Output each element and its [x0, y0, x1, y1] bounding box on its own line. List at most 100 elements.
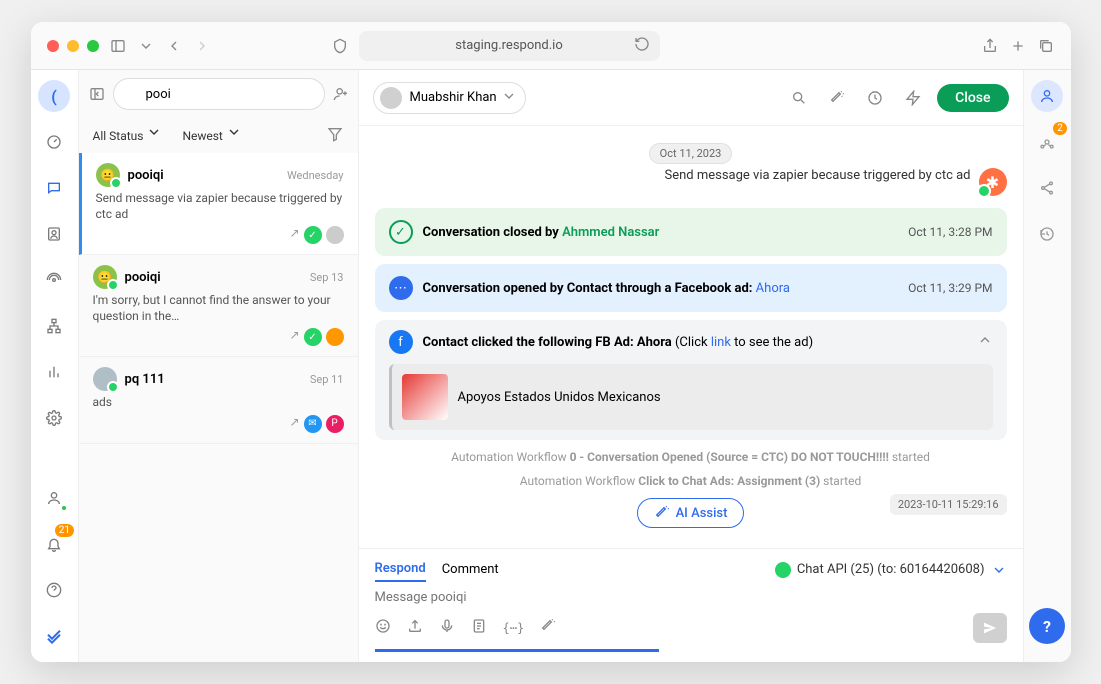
brand-check-icon[interactable] — [38, 620, 70, 652]
messages-area: Oct 11, 2023 Send message via zapier bec… — [359, 126, 1023, 548]
assignee-avatar — [380, 87, 402, 109]
address-bar[interactable]: staging.respond.io — [359, 31, 660, 61]
avatar: 😐 — [93, 265, 117, 289]
template-icon[interactable] — [471, 618, 487, 638]
activity-icon[interactable]: 2 — [1031, 126, 1063, 158]
conversation-item[interactable]: 😐 pooiqi Sep 13 I'm sorry, but I cannot … — [79, 255, 358, 357]
variable-icon[interactable]: {⋯} — [503, 621, 525, 635]
event-conversation-opened: ⋯ Conversation opened by Contact through… — [375, 264, 1007, 312]
timestamp-box: 2023-10-11 15:29:16 — [890, 494, 1007, 515]
status-filter[interactable]: All Status — [93, 124, 163, 143]
whatsapp-status-icon — [110, 177, 122, 189]
ad-thumbnail — [402, 374, 448, 420]
activity-badge: 2 — [1053, 122, 1067, 135]
conversation-name: pooiqi — [125, 270, 302, 285]
search-conversation-icon[interactable] — [785, 84, 813, 112]
contact-details-icon[interactable] — [1031, 80, 1063, 112]
conversation-list-panel: All Status Newest 😐 pooiqi Wednesday Sen… — [79, 70, 359, 662]
conversation-name: pq 111 — [125, 372, 302, 387]
whatsapp-status-icon — [107, 279, 119, 291]
tab-respond[interactable]: Respond — [375, 557, 426, 582]
reports-icon[interactable] — [38, 356, 70, 388]
date-pill: Oct 11, 2023 — [649, 143, 733, 164]
presence-icon[interactable] — [38, 482, 70, 514]
traffic-lights — [47, 40, 99, 52]
inbox-icon[interactable] — [38, 172, 70, 204]
history-icon[interactable] — [1031, 218, 1063, 250]
sort-filter[interactable]: Newest — [182, 124, 241, 143]
event-conversation-closed: ✓ Conversation closed by Ahmmed Nassar O… — [375, 208, 1007, 256]
url-text: staging.respond.io — [455, 38, 563, 53]
help-fab-button[interactable]: ? — [1029, 608, 1065, 644]
conversation-item[interactable]: 😐 pooiqi Wednesday Send message via zapi… — [79, 153, 358, 255]
filter-icon[interactable] — [326, 125, 344, 143]
magic-wand-icon[interactable] — [823, 84, 851, 112]
notif-badge: 21 — [55, 524, 74, 537]
assignee-avatar-icon — [326, 226, 344, 244]
sender-avatar: ✱ — [979, 168, 1007, 196]
share-icon[interactable] — [981, 37, 999, 55]
ai-assist-button[interactable]: AI Assist — [637, 498, 745, 528]
forward-icon[interactable] — [193, 37, 211, 55]
whatsapp-badge-icon — [977, 184, 991, 198]
automation-event: Automation Workflow 0 - Conversation Ope… — [375, 450, 1007, 464]
emoji-icon[interactable] — [375, 618, 391, 638]
whatsapp-icon: ✓ — [304, 226, 322, 244]
conversation-preview: I'm sorry, but I cannot find the answer … — [93, 293, 344, 324]
notifications-icon[interactable]: 21 — [38, 528, 70, 560]
event-time: Oct 11, 3:29 PM — [908, 281, 992, 295]
shield-icon[interactable] — [331, 37, 349, 55]
contacts-icon[interactable] — [38, 218, 70, 250]
minimize-window-icon[interactable] — [67, 40, 79, 52]
attach-icon[interactable] — [407, 618, 423, 638]
chevron-down-icon — [501, 88, 517, 108]
back-icon[interactable] — [165, 37, 183, 55]
search-input[interactable] — [113, 78, 325, 110]
maximize-window-icon[interactable] — [87, 40, 99, 52]
chat-bubble-icon: ⋯ — [389, 276, 413, 300]
conversation-time: Wednesday — [287, 169, 344, 182]
reload-icon[interactable] — [634, 36, 650, 56]
event-time: Oct 11, 3:28 PM — [908, 225, 992, 239]
chat-header: Muabshir Khan Close — [359, 70, 1023, 126]
workspace-logo[interactable]: ( — [38, 80, 70, 112]
help-icon[interactable] — [38, 574, 70, 606]
assignee-avatar-icon — [326, 328, 344, 346]
sidebar-toggle-icon[interactable] — [109, 37, 127, 55]
left-nav: ( 21 — [31, 70, 79, 662]
settings-icon[interactable] — [38, 402, 70, 434]
collapse-panel-icon[interactable] — [89, 85, 105, 103]
share-node-icon[interactable] — [1031, 172, 1063, 204]
chevron-down-icon[interactable] — [137, 37, 155, 55]
whatsapp-icon — [775, 562, 791, 578]
browser-titlebar: staging.respond.io — [31, 22, 1071, 70]
new-tab-icon[interactable] — [1009, 37, 1027, 55]
channel-selector[interactable]: Chat API (25) (to: 60164420608) — [775, 562, 1007, 578]
chat-panel: Muabshir Khan Close Oct 11, 2023 Send me… — [359, 70, 1023, 662]
add-contact-icon[interactable] — [333, 85, 349, 103]
mic-icon[interactable] — [439, 618, 455, 638]
conversation-preview: ads — [93, 395, 344, 411]
conversation-item[interactable]: pq 111 Sep 11 ads ↗ ✉ P — [79, 357, 358, 444]
message-input[interactable] — [375, 582, 1007, 613]
progress-bar — [375, 649, 659, 652]
conversation-time: Sep 13 — [310, 271, 344, 284]
fb-ad-link[interactable]: link — [711, 335, 731, 350]
close-window-icon[interactable] — [47, 40, 59, 52]
facebook-icon: f — [389, 330, 413, 354]
conversation-name: pooiqi — [128, 168, 279, 183]
lightning-icon[interactable] — [899, 84, 927, 112]
dashboard-icon[interactable] — [38, 126, 70, 158]
workflows-icon[interactable] — [38, 310, 70, 342]
snooze-icon[interactable] — [861, 84, 889, 112]
close-button[interactable]: Close — [937, 84, 1008, 112]
whatsapp-icon: ✓ — [304, 328, 322, 346]
broadcast-icon[interactable] — [38, 264, 70, 296]
magic-icon[interactable] — [540, 618, 556, 638]
send-button[interactable] — [973, 613, 1007, 643]
assignee-selector[interactable]: Muabshir Khan — [373, 82, 526, 114]
tabs-icon[interactable] — [1037, 37, 1055, 55]
tab-comment[interactable]: Comment — [442, 558, 499, 581]
message-text: Send message via zapier because triggere… — [664, 168, 970, 183]
collapse-icon[interactable] — [977, 332, 993, 352]
